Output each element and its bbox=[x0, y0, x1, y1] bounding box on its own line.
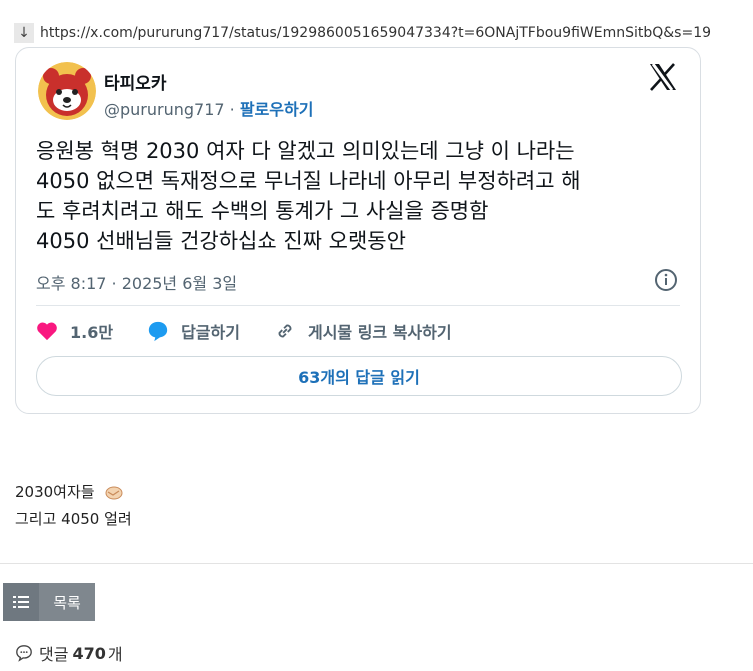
list-button-label: 목록 bbox=[39, 583, 95, 621]
tweet-actions: 1.6만 답글하기 게시물 링크 복사하기 bbox=[36, 318, 486, 344]
tweet-timestamp[interactable]: 오후 8:17 · 2025년 6월 3일 bbox=[36, 270, 237, 294]
tweet-text-line: 응원봉 혁명 2030 여자 다 알겠고 의미있는데 그냥 이 나라는 bbox=[36, 139, 575, 163]
source-link[interactable]: https://x.com/pururung717/status/1929860… bbox=[40, 25, 711, 41]
read-replies-button[interactable]: 63개의 답글 읽기 bbox=[36, 356, 682, 396]
comment-label: 댓글 bbox=[39, 645, 69, 664]
info-icon[interactable] bbox=[654, 268, 678, 292]
comment-unit: 개 bbox=[107, 645, 123, 664]
comment-count-number: 470 bbox=[72, 643, 106, 663]
like-button[interactable]: 1.6만 bbox=[36, 319, 113, 343]
tweet-text-line: 도 후려치려고 해도 수백의 통계가 그 사실을 증명함 bbox=[36, 199, 489, 223]
like-count: 1.6만 bbox=[70, 323, 114, 342]
follow-button[interactable]: 팔로우하기 bbox=[240, 100, 314, 119]
comment-icon bbox=[16, 645, 32, 662]
reply-label: 답글하기 bbox=[181, 323, 240, 342]
tweet-embed-card[interactable]: 타피오카 @pururung717 · 팔로우하기 응원봉 혁명 2030 여자… bbox=[15, 47, 701, 414]
tweet-text-line: 4050 선배님들 건강하십쇼 진짜 오랫동안 bbox=[36, 229, 406, 253]
handshake-emoji-icon bbox=[105, 486, 123, 499]
handle-row: @pururung717 · 팔로우하기 bbox=[104, 96, 313, 120]
link-row: ↓ https://x.com/pururung717/status/19298… bbox=[14, 23, 711, 43]
tweet-text-line: 4050 없으면 독재정으로 무너질 나라네 아무리 부정하려고 해 bbox=[36, 169, 581, 193]
list-button[interactable]: 목록 bbox=[3, 583, 95, 621]
post-body: 2030여자들 그리고 4050 얼려 bbox=[15, 479, 132, 533]
author-handle[interactable]: @pururung717 bbox=[104, 100, 225, 119]
heart-icon bbox=[37, 322, 57, 341]
list-icon bbox=[3, 583, 39, 621]
handle-separator: · bbox=[229, 100, 235, 119]
post-line-text: 2030여자들 bbox=[15, 483, 95, 501]
link-icon bbox=[278, 324, 292, 338]
divider bbox=[0, 563, 753, 564]
post-line: 2030여자들 bbox=[15, 479, 132, 506]
copy-link-button[interactable]: 게시물 링크 복사하기 bbox=[274, 319, 452, 343]
copy-link-label: 게시물 링크 복사하기 bbox=[307, 323, 452, 342]
comment-count[interactable]: 댓글 470 개 bbox=[15, 641, 123, 665]
reply-button[interactable]: 답글하기 bbox=[147, 319, 240, 343]
download-arrow-icon: ↓ bbox=[14, 23, 34, 43]
x-logo-icon[interactable] bbox=[648, 62, 678, 92]
avatar[interactable] bbox=[38, 62, 96, 120]
post-line: 그리고 4050 얼려 bbox=[15, 510, 132, 528]
tweet-text: 응원봉 혁명 2030 여자 다 알겠고 의미있는데 그냥 이 나라는 4050… bbox=[36, 136, 686, 256]
divider bbox=[36, 305, 680, 306]
author-name[interactable]: 타피오카 bbox=[104, 69, 167, 94]
speech-bubble-icon bbox=[148, 321, 168, 342]
